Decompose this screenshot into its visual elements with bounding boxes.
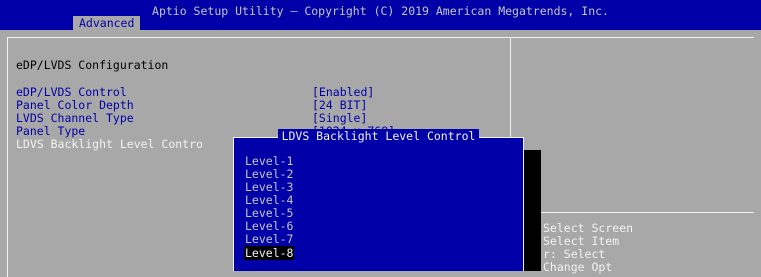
setting-value-lvds-channel-type[interactable]: [Single] (312, 111, 367, 125)
help-enter-select: r: Select (543, 247, 606, 261)
setting-label-lvds-channel-type[interactable]: LVDS Channel Type (16, 111, 134, 125)
option-level-5[interactable]: Level-5 (245, 206, 293, 220)
setting-label-backlight-level[interactable]: LDVS Backlight Level Contro (16, 137, 203, 151)
help-select-screen: Select Screen (543, 221, 634, 235)
option-level-6[interactable]: Level-6 (245, 219, 293, 233)
setting-value-edp-lvds-control[interactable]: [Enabled] (312, 85, 374, 99)
help-change-option: Change Opt (543, 260, 613, 274)
help-select-item: Select Item (543, 234, 620, 248)
option-level-3[interactable]: Level-3 (245, 180, 293, 194)
backlight-level-popup: LDVS Backlight Level Control Level-1 Lev… (233, 129, 524, 271)
setting-label-panel-color-depth[interactable]: Panel Color Depth (16, 98, 134, 112)
popup-shadow (523, 150, 541, 271)
popup-title-row: LDVS Backlight Level Control (234, 129, 523, 143)
option-level-4[interactable]: Level-4 (245, 193, 293, 207)
help-separator (512, 212, 754, 213)
setting-label-panel-type[interactable]: Panel Type (16, 124, 85, 138)
option-level-2[interactable]: Level-2 (245, 167, 293, 181)
option-level-1[interactable]: Level-1 (245, 154, 293, 168)
page-heading: eDP/LVDS Configuration (16, 58, 169, 72)
setting-value-panel-color-depth[interactable]: [24 BIT] (312, 98, 367, 112)
tab-advanced[interactable]: Advanced (73, 16, 141, 30)
setting-label-edp-lvds-control[interactable]: eDP/LVDS Control (16, 85, 127, 99)
option-level-8[interactable]: Level-8 (244, 246, 295, 260)
popup-title: LDVS Backlight Level Control (277, 129, 480, 143)
option-level-7[interactable]: Level-7 (245, 232, 293, 246)
